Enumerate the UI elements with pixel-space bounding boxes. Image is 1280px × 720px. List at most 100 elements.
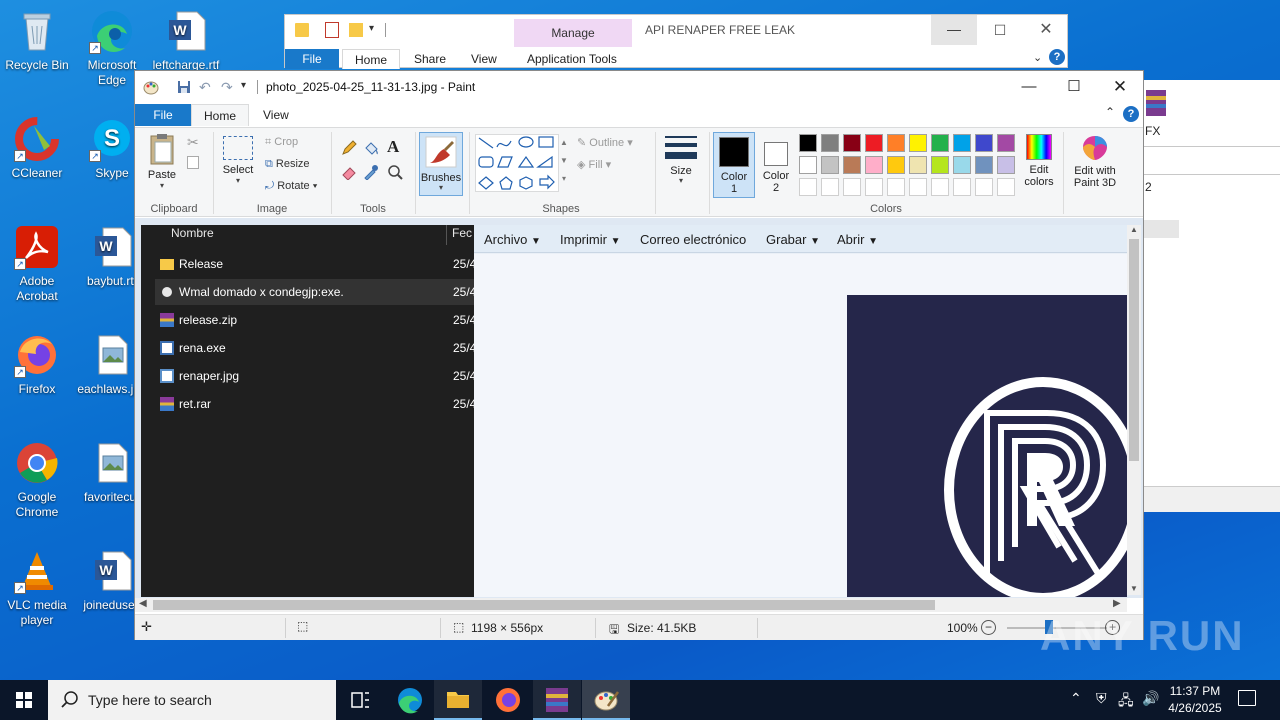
desktop-icon-leftcharge[interactable]: W leftcharge.rtf bbox=[148, 8, 224, 73]
color-swatch[interactable] bbox=[865, 134, 883, 152]
tab-application-tools[interactable]: Application Tools bbox=[515, 49, 629, 69]
desktop-icon-recycle-bin[interactable]: Recycle Bin bbox=[0, 8, 75, 73]
zoom-out-button[interactable]: − bbox=[981, 620, 996, 635]
explorer-window[interactable]: ▾ Manage API RENAPER FREE LEAK — ☐ ✕ Fil… bbox=[284, 14, 1069, 69]
color-swatch[interactable] bbox=[997, 178, 1015, 196]
tab-home[interactable]: Home bbox=[342, 49, 401, 69]
color-swatch[interactable] bbox=[821, 156, 839, 174]
chevron-down-icon[interactable]: ▾ bbox=[241, 80, 246, 91]
desktop-icon-acrobat[interactable]: ↗ Adobe Acrobat bbox=[0, 224, 75, 304]
fill-button[interactable]: ◈ Fill ▾ bbox=[577, 158, 611, 171]
desktop-icon-vlc[interactable]: ↗ VLC media player bbox=[0, 548, 75, 628]
search-box[interactable]: Type here to search bbox=[48, 680, 336, 720]
tab-file[interactable]: File bbox=[285, 49, 339, 69]
scroll-thumb[interactable] bbox=[1129, 239, 1139, 461]
taskbar-edge[interactable] bbox=[386, 680, 434, 720]
color-swatch[interactable] bbox=[953, 178, 971, 196]
color-swatch[interactable] bbox=[843, 134, 861, 152]
desktop-icon-ccleaner[interactable]: ↗ CCleaner bbox=[0, 116, 75, 181]
color-swatch[interactable] bbox=[931, 156, 949, 174]
tab-file[interactable]: File bbox=[135, 104, 191, 126]
tab-home[interactable]: Home bbox=[191, 104, 249, 126]
color-swatch[interactable] bbox=[887, 134, 905, 152]
crop-button[interactable]: ⌗ Crop bbox=[265, 136, 298, 149]
color-swatch[interactable] bbox=[997, 134, 1015, 152]
chevron-up-icon[interactable]: ⌃ bbox=[1070, 690, 1082, 707]
color2-button[interactable]: Color 2 bbox=[759, 132, 793, 198]
color-swatch[interactable] bbox=[975, 156, 993, 174]
scroll-thumb[interactable] bbox=[153, 600, 935, 610]
new-folder-icon[interactable] bbox=[349, 23, 363, 37]
color-swatch[interactable] bbox=[909, 134, 927, 152]
maximize-button[interactable]: ☐ bbox=[977, 15, 1023, 45]
cut-icon[interactable]: ✂ bbox=[187, 134, 199, 151]
chevron-down-icon[interactable]: ▾ bbox=[369, 23, 374, 34]
color-swatch[interactable] bbox=[865, 178, 883, 196]
close-button[interactable]: ✕ bbox=[1023, 15, 1069, 45]
color-swatch[interactable] bbox=[887, 178, 905, 196]
color-swatch[interactable] bbox=[821, 178, 839, 196]
vertical-scrollbar[interactable]: ▲ ▼ bbox=[1127, 225, 1141, 595]
desktop-icon-firefox[interactable]: ↗ Firefox bbox=[0, 332, 75, 397]
color-swatch[interactable] bbox=[821, 134, 839, 152]
edit-with-paint3d-button[interactable]: Edit with Paint 3D bbox=[1069, 134, 1121, 189]
color-swatch[interactable] bbox=[909, 178, 927, 196]
defender-icon[interactable]: ⛨ bbox=[1096, 690, 1107, 707]
maximize-button[interactable]: ☐ bbox=[1064, 77, 1084, 97]
text-tool-icon[interactable]: A bbox=[387, 137, 399, 157]
color-swatch[interactable] bbox=[865, 156, 883, 174]
paint-window[interactable]: ↶ ↷ ▾ photo_2025-04-25_11-31-13.jpg - Pa… bbox=[134, 70, 1144, 640]
horizontal-scrollbar[interactable]: ◀ ▶ bbox=[135, 598, 1127, 612]
volume-icon[interactable]: 🔊 bbox=[1142, 690, 1159, 707]
shapes-scroll[interactable]: ▲ ▼ ▾ bbox=[559, 134, 569, 192]
desktop-icon-chrome[interactable]: Google Chrome bbox=[0, 440, 75, 520]
color-swatch[interactable] bbox=[909, 156, 927, 174]
rotate-button[interactable]: ⤾ Rotate ▾ bbox=[265, 180, 317, 193]
eraser-icon[interactable] bbox=[341, 164, 357, 181]
properties-icon[interactable] bbox=[325, 22, 339, 38]
taskbar-paint[interactable] bbox=[582, 680, 630, 720]
redo-icon[interactable]: ↷ bbox=[221, 80, 237, 94]
color-swatch[interactable] bbox=[953, 156, 971, 174]
shapes-gallery[interactable] bbox=[475, 134, 559, 192]
taskbar-firefox[interactable] bbox=[484, 680, 532, 720]
minimize-button[interactable]: — bbox=[1019, 77, 1039, 97]
clock[interactable]: 11:37 PM 4/26/2025 bbox=[1162, 683, 1228, 717]
outline-button[interactable]: ✎ Outline ▾ bbox=[577, 136, 633, 149]
tab-view[interactable]: View bbox=[459, 49, 509, 69]
edit-colors-button[interactable]: Edit colors bbox=[1019, 134, 1059, 188]
tab-share[interactable]: Share bbox=[402, 49, 458, 69]
select-button[interactable]: Select ▾ bbox=[219, 134, 257, 185]
color-swatch[interactable] bbox=[931, 178, 949, 196]
taskbar-winrar[interactable] bbox=[533, 680, 581, 720]
help-icon[interactable]: ? bbox=[1049, 49, 1065, 65]
color-swatch[interactable] bbox=[843, 156, 861, 174]
color-swatch[interactable] bbox=[931, 134, 949, 152]
color-swatch[interactable] bbox=[799, 156, 817, 174]
close-button[interactable]: ✕ bbox=[1110, 77, 1130, 97]
color-swatch[interactable] bbox=[843, 178, 861, 196]
color-picker-icon[interactable] bbox=[363, 164, 379, 181]
color-swatch[interactable] bbox=[997, 156, 1015, 174]
color1-button[interactable]: Color 1 bbox=[713, 132, 755, 198]
canvas-area[interactable]: Nombre Fec Release 25/4 Wmal domado x co… bbox=[135, 218, 1143, 598]
color-swatch[interactable] bbox=[887, 156, 905, 174]
size-button[interactable]: Size ▾ bbox=[661, 134, 701, 185]
paste-button[interactable]: Paste ▾ bbox=[145, 132, 179, 192]
resize-button[interactable]: ⧉ Resize bbox=[265, 158, 310, 171]
network-icon[interactable]: 🖧 bbox=[1118, 690, 1134, 714]
brushes-button[interactable]: Brushes ▾ bbox=[419, 132, 463, 196]
color-swatch[interactable] bbox=[953, 134, 971, 152]
task-view-button[interactable] bbox=[336, 680, 384, 720]
copy-icon[interactable] bbox=[187, 156, 199, 169]
pencil-icon[interactable] bbox=[341, 140, 357, 156]
minimize-button[interactable]: — bbox=[931, 15, 977, 45]
color-swatch[interactable] bbox=[799, 178, 817, 196]
fill-bucket-icon[interactable] bbox=[363, 140, 379, 156]
context-tab-manage[interactable]: Manage bbox=[514, 19, 632, 47]
chevron-down-icon[interactable]: ⌄ bbox=[1033, 51, 1042, 64]
color-swatch[interactable] bbox=[975, 134, 993, 152]
chevron-up-icon[interactable]: ⌃ bbox=[1105, 105, 1115, 119]
taskbar-explorer[interactable] bbox=[434, 680, 482, 720]
save-icon[interactable] bbox=[177, 80, 193, 94]
